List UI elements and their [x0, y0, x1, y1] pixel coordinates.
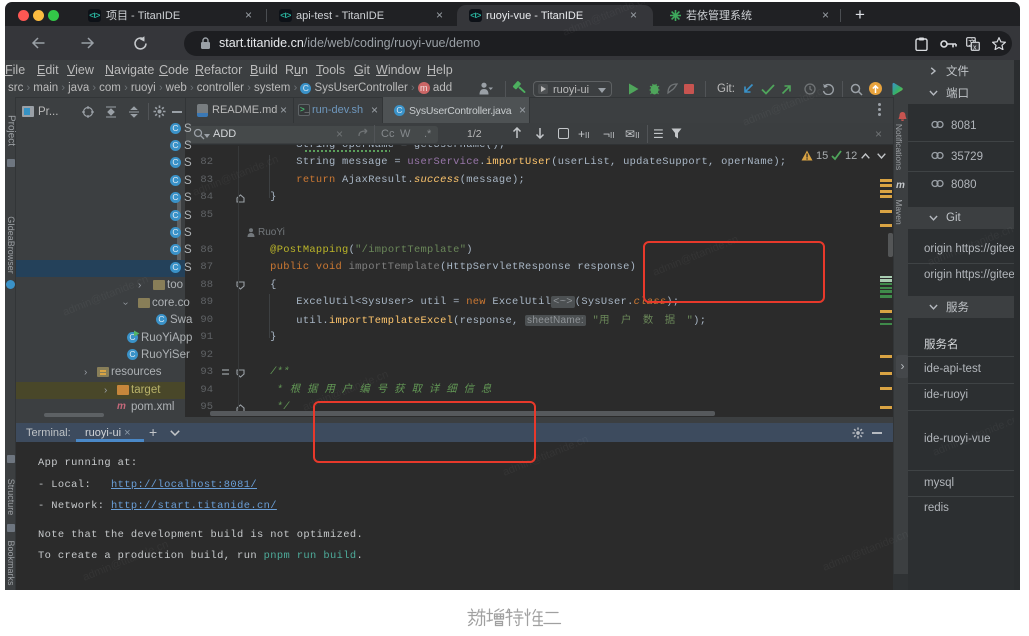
svg-text:x: x — [973, 44, 977, 51]
